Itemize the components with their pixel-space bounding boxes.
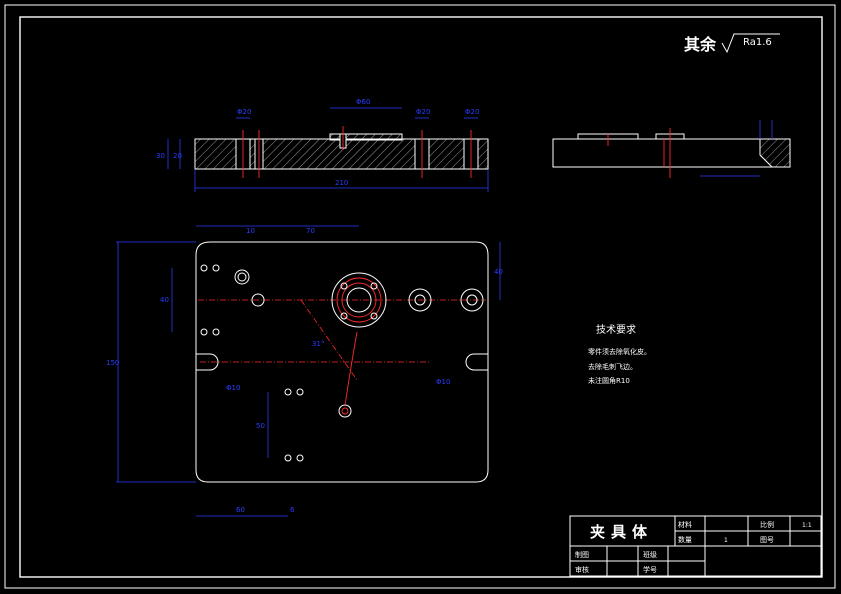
dim-top-d2: Φ60 xyxy=(356,98,370,106)
dim-angle: 31° xyxy=(312,340,324,348)
checked-label: 审核 xyxy=(575,565,589,574)
dim-plan-h: 150 xyxy=(106,359,119,367)
dim-plan-v1: 40 xyxy=(160,296,169,304)
class-label: 班级 xyxy=(643,550,657,559)
scale-label: 比例 xyxy=(760,520,774,529)
material-label: 材料 xyxy=(678,520,692,529)
quantity-value: 1 xyxy=(724,537,728,544)
inner-border xyxy=(19,16,823,578)
dim-top-h2: 20 xyxy=(173,152,182,160)
title-block: 夹具体 材料 比例 1:1 数量 1 图号 制图 班级 审核 学号 xyxy=(569,515,822,577)
dim-plan-bottom2: 6 xyxy=(290,506,295,514)
dim-top-h1: 30 xyxy=(156,152,165,160)
part-name: 夹具体 xyxy=(590,523,653,541)
drawing-no-label: 图号 xyxy=(760,536,774,544)
outer-border xyxy=(4,4,836,589)
dim-plan-x1: 70 xyxy=(306,227,315,235)
technical-notes: 技术要求 零件须去除氧化皮。 去除毛刺飞边。 未注圆角R10 xyxy=(588,323,651,385)
notes-line-3: 未注圆角R10 xyxy=(588,376,630,385)
section-view-side xyxy=(552,120,791,178)
dim-slot-left: Φ10 xyxy=(226,384,240,392)
dim-plan-y1: 40 xyxy=(494,268,503,276)
dim-plan-v2: 50 xyxy=(256,422,265,430)
dim-top-d3: Φ20 xyxy=(416,108,430,116)
cad-drawing: 其余 Ra1.6 Φ20 Φ60 Φ20 Φ20 210 30 20 10 70… xyxy=(4,4,836,589)
drawn-label: 制图 xyxy=(575,550,589,559)
quantity-label: 数量 xyxy=(678,535,692,544)
plan-view: 10 70 40 150 40 50 60 6 31° Φ10 Φ10 xyxy=(106,225,503,517)
notes-heading: 技术要求 xyxy=(596,323,636,336)
dim-top-length: 210 xyxy=(335,179,348,187)
student-no-label: 学号 xyxy=(643,565,657,574)
scale-value: 1:1 xyxy=(802,522,812,529)
section-view-front: Φ20 Φ60 Φ20 Φ20 210 30 20 xyxy=(156,98,489,192)
notes-line-2: 去除毛刺飞边。 xyxy=(588,362,637,371)
dim-plan-bottom: 60 xyxy=(236,506,245,514)
roughness-prefix: 其余 xyxy=(684,35,717,54)
dim-top-d1: Φ20 xyxy=(237,108,251,116)
dim-top-d4: Φ20 xyxy=(465,108,479,116)
dim-plan-width: 10 xyxy=(246,227,255,235)
roughness-value: Ra1.6 xyxy=(743,37,772,48)
dim-slot-right: Φ10 xyxy=(436,378,450,386)
roughness-symbol: 其余 Ra1.6 xyxy=(684,33,780,54)
notes-line-1: 零件须去除氧化皮。 xyxy=(588,347,651,356)
